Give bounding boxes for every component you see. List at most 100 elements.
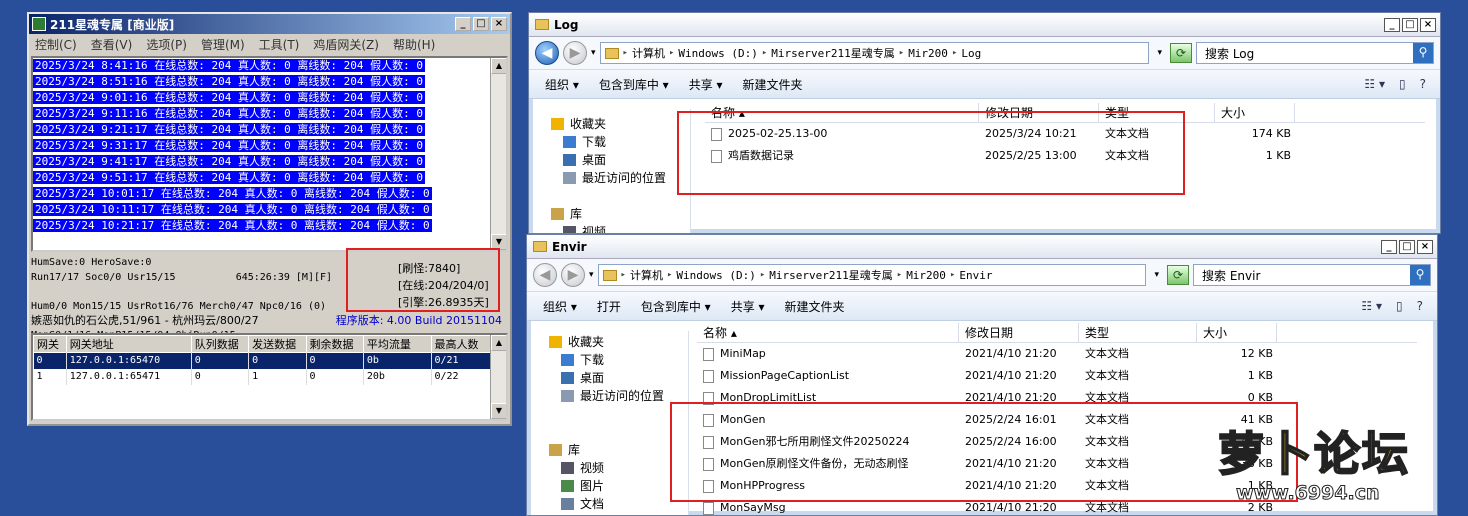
breadcrumb-item[interactable]: Envir xyxy=(959,269,992,282)
help-icon[interactable]: ? xyxy=(1420,77,1426,91)
search-icon[interactable]: ⚲ xyxy=(1410,265,1430,285)
back-icon[interactable]: ◀ xyxy=(535,41,559,65)
scroll-down-icon[interactable]: ▼ xyxy=(491,234,506,250)
nav-item[interactable]: 收藏夹 xyxy=(551,115,690,133)
column-header[interactable]: 大小 xyxy=(1215,103,1295,122)
nav-item[interactable]: 库 xyxy=(551,205,690,223)
scroll-up-icon[interactable]: ▲ xyxy=(491,335,506,351)
chevron-right-icon[interactable]: ▸ xyxy=(667,270,672,280)
menu-item[interactable]: 帮助(H) xyxy=(393,36,435,53)
log-scrollbar[interactable]: ▲ ▼ xyxy=(490,58,506,250)
nav-item[interactable]: 库 xyxy=(549,441,688,459)
nav-item[interactable]: 最近访问的位置 xyxy=(549,387,688,405)
view-options-icon[interactable]: ☷ ▾ xyxy=(1364,77,1385,91)
column-header[interactable]: 类型 xyxy=(1099,103,1215,122)
preview-pane-icon[interactable]: ▯ xyxy=(1399,77,1406,91)
column-header[interactable]: 名称 ▴ xyxy=(697,323,959,342)
menu-item[interactable]: 管理(M) xyxy=(201,36,245,53)
nav-item[interactable]: 视频 xyxy=(551,223,690,233)
address-bar[interactable]: ▸ 计算机 ▸ Windows (D:) ▸ Mirserver211星魂专属 ▸ Mir20… xyxy=(599,42,1150,64)
column-header[interactable]: 队列数据 xyxy=(190,335,250,353)
address-dropdown-icon[interactable]: ▾ xyxy=(1154,270,1159,280)
nav-item[interactable]: 收藏夹 xyxy=(549,333,688,351)
chevron-right-icon[interactable]: ▸ xyxy=(623,48,628,58)
help-icon[interactable]: ? xyxy=(1417,299,1423,313)
menu-item[interactable]: 控制(C) xyxy=(35,36,77,53)
breadcrumb-item[interactable]: Mirserver211星魂专属 xyxy=(771,45,894,61)
nav-item[interactable]: 最近访问的位置 xyxy=(551,169,690,187)
breadcrumb-item[interactable]: Mir200 xyxy=(908,47,948,60)
column-header[interactable]: 大小 xyxy=(1197,323,1277,342)
history-dropdown-icon[interactable]: ▾ xyxy=(591,48,596,58)
menu-item[interactable]: 鸡盾网关(Z) xyxy=(313,36,379,53)
nav-item[interactable]: 视频 xyxy=(549,459,688,477)
address-bar[interactable]: ▸ 计算机 ▸ Windows (D:) ▸ Mirserver211星魂专属 ▸ Mir20… xyxy=(597,264,1147,286)
nav-item[interactable]: 文档 xyxy=(549,495,688,513)
forward-icon[interactable]: ▶ xyxy=(563,41,587,65)
breadcrumb-item[interactable]: Mirserver211星魂专属 xyxy=(769,267,892,283)
gate-scrollbar[interactable]: ▲ ▼ xyxy=(490,335,506,419)
search-icon[interactable]: ⚲ xyxy=(1413,43,1433,63)
server-titlebar[interactable]: 211星魂专属 [商业版] _ □ × xyxy=(29,14,510,34)
view-options-icon[interactable]: ☷ ▾ xyxy=(1361,299,1382,313)
nav-item[interactable]: 图片 xyxy=(549,477,688,495)
command-button[interactable]: 新建文件夹 xyxy=(743,76,803,93)
command-button[interactable]: 共享 ▾ xyxy=(731,298,765,315)
nav-item[interactable]: 下载 xyxy=(551,133,690,151)
column-header[interactable]: 剩余数据 xyxy=(305,335,364,353)
log-titlebar[interactable]: Log _ □ × xyxy=(529,13,1440,37)
gate-table[interactable]: 网关 网关地址 队列数据 发送数据 剩余数据 平均流量 最高人数 0 127.0.0.1:65… xyxy=(31,333,508,421)
file-row[interactable]: MissionPageCaptionList 2021/4/10 21:20 文本文… xyxy=(697,365,1417,387)
column-header[interactable]: 网关地址 xyxy=(65,335,192,353)
refresh-icon[interactable]: ⟳ xyxy=(1170,43,1192,63)
close-icon[interactable]: × xyxy=(1420,17,1436,32)
nav-item[interactable]: 桌面 xyxy=(549,369,688,387)
chevron-right-icon[interactable]: ▸ xyxy=(950,270,955,280)
file-row[interactable]: 鸡盾数据记录 2025/2/25 13:00 文本文档 1 KB xyxy=(705,145,1425,167)
minimize-icon[interactable]: _ xyxy=(455,17,471,31)
nav-pane[interactable]: 收藏夹下载桌面最近访问的位置库视频图片文档音乐 xyxy=(531,331,689,515)
maximize-icon[interactable]: □ xyxy=(1399,239,1415,254)
column-header[interactable]: 最高人数 xyxy=(430,335,493,353)
column-header[interactable]: 修改日期 xyxy=(979,103,1099,122)
close-icon[interactable]: × xyxy=(1417,239,1433,254)
command-button[interactable]: 组织 ▾ xyxy=(545,76,579,93)
menu-item[interactable]: 选项(P) xyxy=(146,36,187,53)
breadcrumb-item[interactable]: Windows (D:) xyxy=(678,47,757,60)
scroll-up-icon[interactable]: ▲ xyxy=(491,58,506,74)
chevron-right-icon[interactable]: ▸ xyxy=(621,270,626,280)
breadcrumb-item[interactable]: Mir200 xyxy=(906,269,946,282)
column-header[interactable]: 平均流量 xyxy=(362,335,432,353)
minimize-icon[interactable]: _ xyxy=(1384,17,1400,32)
chevron-right-icon[interactable]: ▸ xyxy=(899,48,904,58)
command-button[interactable]: 包含到库中 ▾ xyxy=(599,76,669,93)
breadcrumb-item[interactable]: Log xyxy=(961,47,981,60)
close-icon[interactable]: × xyxy=(491,17,507,31)
address-dropdown-icon[interactable]: ▾ xyxy=(1157,48,1162,58)
column-header[interactable]: 网关 xyxy=(33,335,67,353)
nav-item[interactable]: 桌面 xyxy=(551,151,690,169)
command-button[interactable]: 组织 ▾ xyxy=(543,298,577,315)
minimize-icon[interactable]: _ xyxy=(1381,239,1397,254)
search-input[interactable]: 搜索 Log ⚲ xyxy=(1196,42,1434,64)
nav-pane[interactable]: 收藏夹 下载 桌面 最近访问的位置库视频 xyxy=(533,109,691,233)
file-list[interactable]: 名称 ▴ 修改日期 类型 大小 2025-02-25.13-00 2025/3/24 10… xyxy=(705,103,1425,167)
chevron-right-icon[interactable]: ▸ xyxy=(760,270,765,280)
file-row[interactable]: MonDropLimitList 2021/4/10 21:20 文本文档 0 KB xyxy=(697,387,1417,409)
chevron-right-icon[interactable]: ▸ xyxy=(952,48,957,58)
refresh-icon[interactable]: ⟳ xyxy=(1167,265,1189,285)
breadcrumb-item[interactable]: 计算机 xyxy=(630,267,663,283)
chevron-right-icon[interactable]: ▸ xyxy=(897,270,902,280)
server-log[interactable]: 2025/3/24 8:41:16 在线总数: 204 真人数: 0 离线数: … xyxy=(31,56,508,252)
column-header[interactable]: 修改日期 xyxy=(959,323,1079,342)
command-button[interactable]: 新建文件夹 xyxy=(785,298,845,315)
chevron-right-icon[interactable]: ▸ xyxy=(762,48,767,58)
breadcrumb-item[interactable]: 计算机 xyxy=(632,45,665,61)
chevron-right-icon[interactable]: ▸ xyxy=(669,48,674,58)
command-button[interactable]: 包含到库中 ▾ xyxy=(641,298,711,315)
envir-titlebar[interactable]: Envir _ □ × xyxy=(527,235,1437,259)
maximize-icon[interactable]: □ xyxy=(1402,17,1418,32)
maximize-icon[interactable]: □ xyxy=(473,17,489,31)
command-button[interactable]: 共享 ▾ xyxy=(689,76,723,93)
file-row[interactable]: MiniMap 2021/4/10 21:20 文本文档 12 KB xyxy=(697,343,1417,365)
